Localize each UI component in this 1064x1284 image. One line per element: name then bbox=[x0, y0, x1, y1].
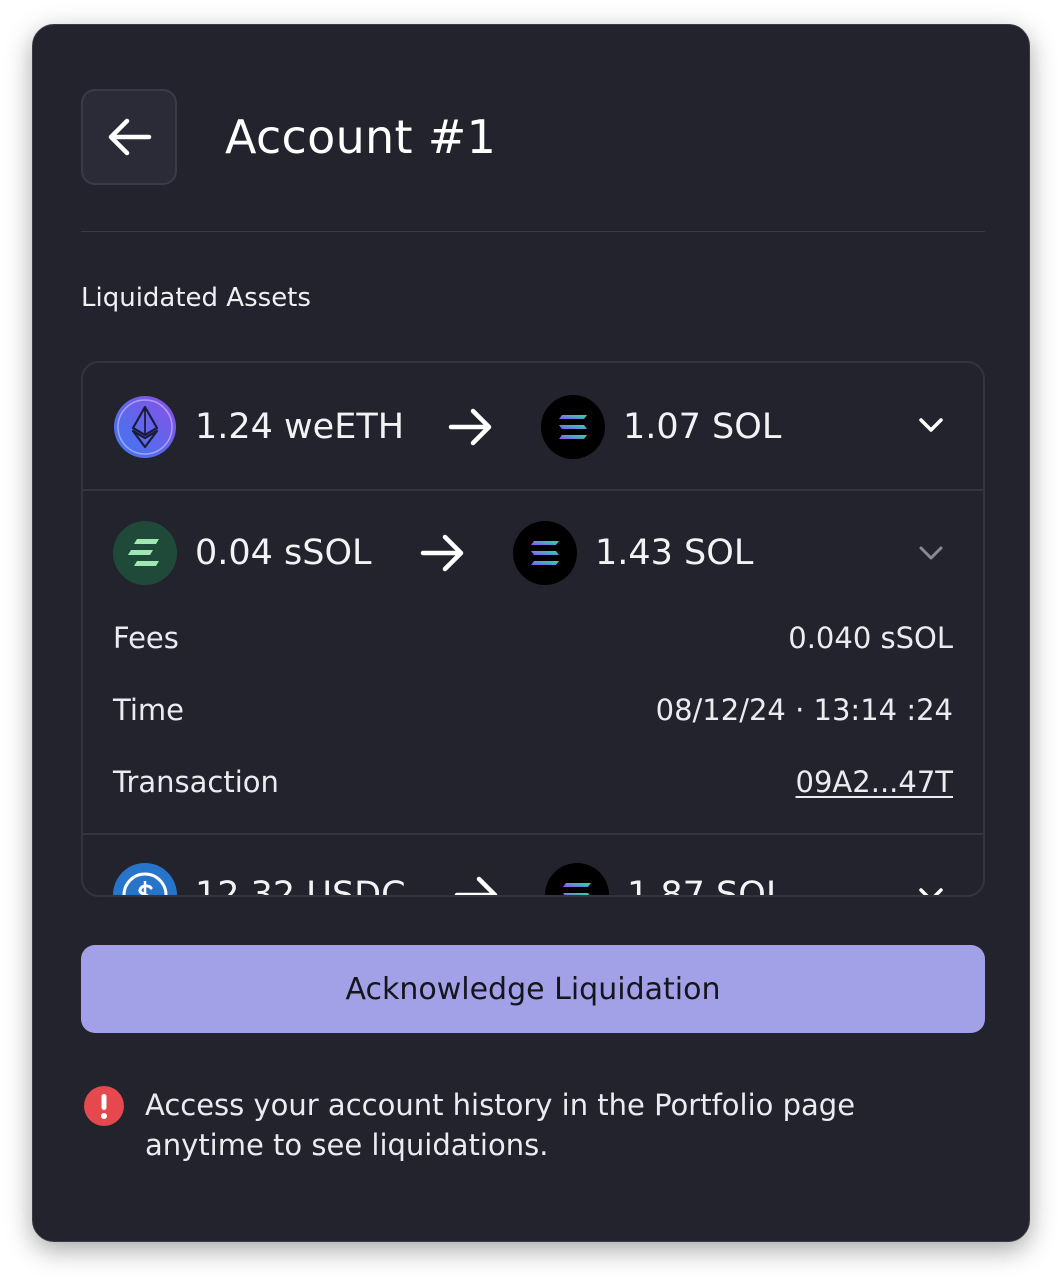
arrow-left-icon bbox=[108, 118, 152, 156]
transaction-label: Transaction bbox=[113, 765, 279, 799]
transaction-link[interactable]: 09A2...47T bbox=[796, 762, 953, 802]
back-button[interactable] bbox=[81, 89, 177, 185]
time-label: Time bbox=[113, 693, 184, 727]
from-amount: 0.04 sSOL bbox=[195, 533, 372, 573]
fees-label: Fees bbox=[113, 621, 179, 655]
asset-row-usdc[interactable]: 12.32 USDC 1.87 SOL bbox=[83, 835, 983, 897]
arrow-right-icon bbox=[448, 408, 492, 446]
chevron-down-icon[interactable] bbox=[917, 885, 945, 897]
time-value: 08/12/24 · 13:14 :24 bbox=[655, 693, 953, 727]
usdc-token-icon bbox=[113, 863, 177, 895]
to-amount: 1.43 SOL bbox=[595, 533, 754, 573]
asset-row-weeth[interactable]: 1.24 weETH 1.07 SOL bbox=[83, 363, 983, 491]
fees-value: 0.040 sSOL bbox=[788, 621, 953, 655]
alert-icon bbox=[84, 1086, 124, 1126]
asset-row-ssol[interactable]: 0.04 sSOL 1.43 SOL Fees 0.040 sSOL Time … bbox=[83, 491, 983, 835]
section-label: Liquidated Assets bbox=[81, 283, 311, 313]
liquidated-assets-list: 1.24 weETH 1.07 SOL 0.04 sSOL 1.43 SOL F… bbox=[81, 361, 985, 897]
sol-token-icon bbox=[541, 395, 605, 459]
header-divider bbox=[81, 231, 985, 232]
sol-token-icon bbox=[513, 521, 577, 585]
page-title: Account #1 bbox=[225, 110, 497, 164]
arrow-right-icon bbox=[420, 534, 464, 572]
acknowledge-liquidation-button[interactable]: Acknowledge Liquidation bbox=[81, 945, 985, 1033]
chevron-down-icon[interactable] bbox=[917, 415, 945, 435]
liquidation-dialog: Account #1 Liquidated Assets 1.24 weETH bbox=[32, 24, 1030, 1242]
arrow-right-icon bbox=[454, 876, 498, 895]
sol-token-icon bbox=[545, 863, 609, 895]
to-amount: 1.07 SOL bbox=[623, 407, 782, 447]
weeth-token-icon bbox=[114, 396, 176, 458]
from-amount: 1.24 weETH bbox=[195, 407, 405, 447]
to-amount: 1.87 SOL bbox=[627, 875, 786, 897]
notice-text: Access your account history in the Portf… bbox=[145, 1088, 856, 1162]
chevron-down-icon[interactable] bbox=[917, 543, 945, 563]
from-amount: 12.32 USDC bbox=[195, 875, 406, 897]
ssol-token-icon bbox=[113, 521, 177, 585]
